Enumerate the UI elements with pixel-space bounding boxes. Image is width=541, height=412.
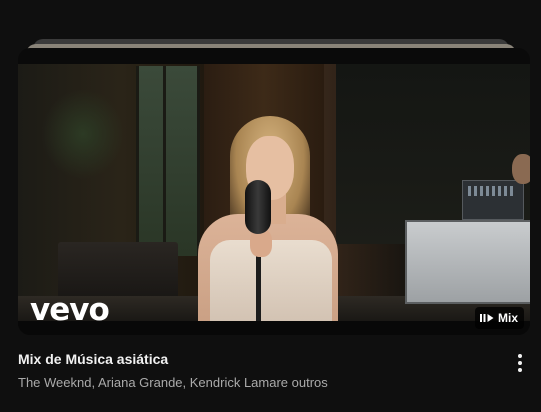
video-thumbnail[interactable]: vevo Mix — [18, 48, 530, 335]
mix-badge: Mix — [474, 307, 524, 329]
video-title[interactable]: Mix de Música asiática — [18, 350, 488, 368]
thumbnail-image — [18, 64, 530, 324]
vevo-logo: vevo — [30, 292, 110, 328]
mix-playlist-icon — [479, 314, 494, 322]
video-artists: The Weeknd, Ariana Grande, Kendrick Lama… — [18, 375, 328, 390]
more-vert-icon — [518, 354, 522, 358]
mix-badge-label: Mix — [497, 311, 518, 325]
more-actions-button[interactable] — [508, 350, 532, 376]
